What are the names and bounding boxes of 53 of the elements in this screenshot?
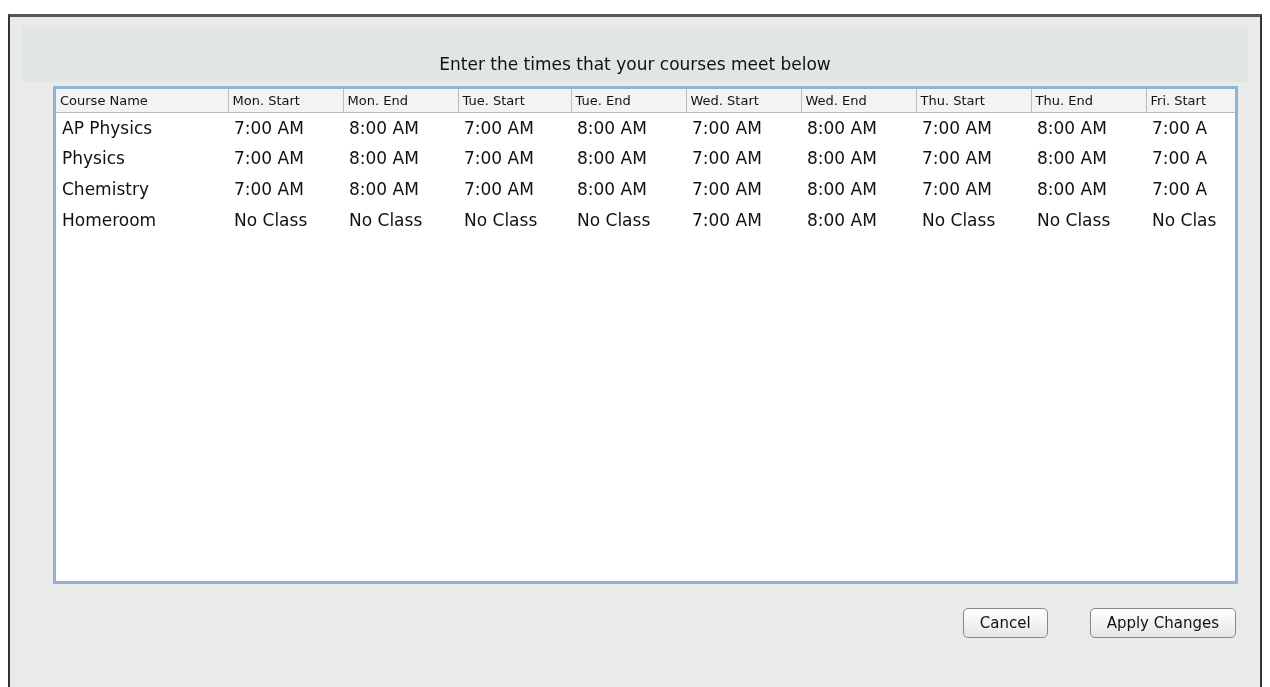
table-cell: 7:00 AM xyxy=(686,112,801,144)
table-cell: 7:00 A xyxy=(1146,112,1235,144)
column-header[interactable]: Wed. End xyxy=(801,88,916,113)
table-cell-text: 7:00 A xyxy=(1151,147,1209,171)
column-header[interactable]: Wed. Start xyxy=(686,88,801,113)
table-cell: 7:00 AM xyxy=(228,112,343,144)
table-cell: 8:00 AM xyxy=(801,112,916,144)
table-cell-text: 7:00 AM xyxy=(233,147,305,171)
column-header[interactable]: Thu. End xyxy=(1031,88,1146,113)
table-cell-text: 7:00 AM xyxy=(463,147,535,171)
table-cell-text: Chemistry xyxy=(61,178,150,202)
table-cell-text: 8:00 AM xyxy=(806,178,878,202)
table-cell-text: 7:00 AM xyxy=(921,178,993,202)
table-cell: AP Physics xyxy=(56,112,228,144)
column-header[interactable]: Mon. Start xyxy=(228,88,343,113)
table-cell-text: No Class xyxy=(576,209,652,233)
table-cell-text: Physics xyxy=(61,147,126,171)
table-cell-text: No Class xyxy=(921,209,997,233)
table-cell: 8:00 AM xyxy=(571,112,686,144)
column-header[interactable]: Mon. End xyxy=(343,88,458,113)
table-cell-text: No Clas xyxy=(1151,209,1218,233)
table-cell: 8:00 AM xyxy=(343,112,458,144)
table-cell-text: 8:00 AM xyxy=(806,147,878,171)
table-cell-text: 7:00 A xyxy=(1151,178,1209,202)
table-cell-text: 8:00 AM xyxy=(576,147,648,171)
column-header[interactable]: Tue. Start xyxy=(458,88,571,113)
table-cell: 7:00 AM xyxy=(916,112,1031,144)
table-cell-text: 7:00 AM xyxy=(691,147,763,171)
table-cell-text: No Class xyxy=(463,209,539,233)
column-header[interactable]: Tue. End xyxy=(571,88,686,113)
table-cell-text: No Class xyxy=(1036,209,1112,233)
table-cell-text: 8:00 AM xyxy=(348,178,420,202)
table-cell-text: 8:00 AM xyxy=(1036,178,1108,202)
table-cell-text: 7:00 AM xyxy=(921,147,993,171)
cancel-button[interactable]: Cancel xyxy=(962,607,1048,638)
table-cell-text: No Class xyxy=(233,209,309,233)
table-cell-text: 8:00 AM xyxy=(1036,147,1108,171)
apply-button[interactable]: Apply Changes xyxy=(1089,607,1236,638)
table-cell-text: 7:00 AM xyxy=(691,178,763,202)
table-cell-text: 7:00 AM xyxy=(233,178,305,202)
table-cell: 8:00 AM xyxy=(1031,112,1146,144)
table-cell-text: 8:00 AM xyxy=(576,178,648,202)
table-cell-text: 8:00 AM xyxy=(806,209,878,233)
table-cell-text: No Class xyxy=(348,209,424,233)
table-cell-text: 7:00 AM xyxy=(691,209,763,233)
column-header[interactable]: Fri. Start xyxy=(1146,88,1235,113)
table-cell-text: 7:00 AM xyxy=(463,178,535,202)
column-header[interactable]: Course Name xyxy=(56,88,228,113)
table-cell-text: 8:00 AM xyxy=(348,147,420,171)
table-cell-text: Homeroom xyxy=(61,209,158,233)
dialog-title: Enter the times that your courses meet below xyxy=(438,53,832,76)
table-cell: 7:00 AM xyxy=(458,112,571,144)
column-header[interactable]: Thu. Start xyxy=(916,88,1031,113)
